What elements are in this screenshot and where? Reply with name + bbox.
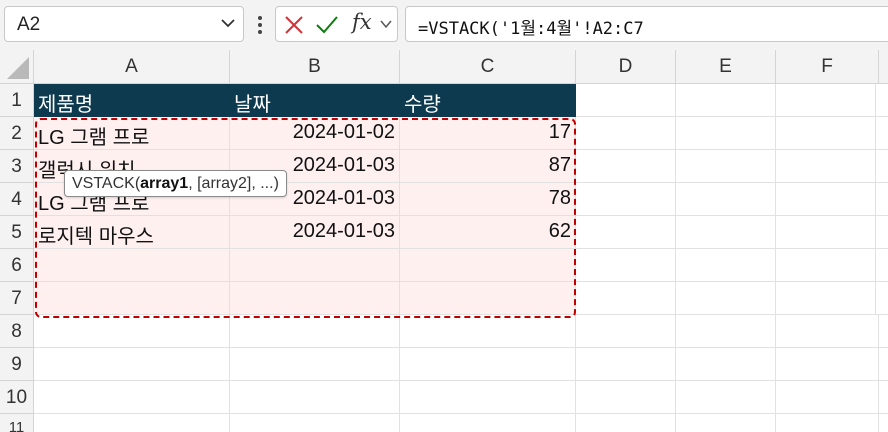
header-product: 제품명 [38,94,94,116]
column-header-f[interactable]: F [776,50,879,84]
cell-a5[interactable]: 로지텍 마우스 [34,216,230,249]
row-header-8[interactable]: 8 [0,315,34,348]
more-options-icon[interactable] [255,12,265,38]
tooltip-rest: , [array2], ...) [188,175,279,192]
header-date: 날짜 [234,94,271,116]
date-value: 2024-01-03 [292,187,395,209]
formula-text: =VSTACK('1월:4월'!A2:C7 [418,19,644,39]
select-all-corner[interactable] [0,50,34,84]
date-value: 2024-01-02 [292,121,395,143]
cell-c5[interactable]: 62 [400,216,576,249]
row-header-10[interactable]: 10 [0,381,34,414]
formula-input[interactable]: =VSTACK('1월:4월'!A2:C7 [405,6,888,42]
cell-b5[interactable]: 2024-01-03 [230,216,400,249]
row-header-7[interactable]: 7 [0,282,34,315]
cell-b6[interactable] [230,249,400,282]
cell-b2[interactable]: 2024-01-02 [230,117,400,150]
function-signature-tooltip[interactable]: VSTACK(array1, [array2], ...) [64,170,287,197]
cell-c1[interactable]: 수량 [400,84,576,117]
header-qty: 수량 [404,94,441,116]
cell-a7[interactable] [34,282,230,315]
row-header-2[interactable]: 2 [0,117,34,150]
formula-bar-area: A2 fx =VSTACK('1월:4월'!A2:C7 [0,0,888,50]
column-header-d[interactable]: D [576,50,676,84]
insert-function-button[interactable]: fx [352,10,372,34]
cancel-icon[interactable] [284,15,304,35]
cell-c7[interactable] [400,282,576,315]
name-box[interactable]: A2 [4,6,244,42]
grid-col-lines [34,315,888,432]
column-header-a[interactable]: A [34,50,230,84]
date-value: 2024-01-03 [292,220,395,242]
row-header-9[interactable]: 9 [0,348,34,381]
qty-value: 17 [548,121,571,143]
date-value: 2024-01-03 [292,154,395,176]
column-header-g-partial[interactable] [879,50,888,84]
column-header-c[interactable]: C [400,50,576,84]
column-header-e[interactable]: E [676,50,776,84]
cell-c4[interactable]: 78 [400,183,576,216]
formula-buttons: fx [275,6,398,42]
cell-c6[interactable] [400,249,576,282]
row-header-1[interactable]: 1 [0,84,34,117]
cell-b7[interactable] [230,282,400,315]
row-header-6[interactable]: 6 [0,249,34,282]
cell-a2[interactable]: LG 그램 프로 [34,117,230,150]
empty-grid-right[interactable] [576,84,888,315]
qty-value: 78 [548,187,571,209]
tooltip-arg1[interactable]: array1 [140,175,188,192]
cell-c3[interactable]: 87 [400,150,576,183]
row-header-11[interactable]: 11 [0,414,34,432]
select-all-triangle-icon [7,57,29,79]
row-header-5[interactable]: 5 [0,216,34,249]
cell-b1[interactable]: 날짜 [230,84,400,117]
qty-value: 62 [548,220,571,242]
name-box-value: A2 [17,14,41,35]
chevron-down-icon[interactable] [379,17,393,31]
column-header-b[interactable]: B [230,50,400,84]
cell-c2[interactable]: 17 [400,117,576,150]
row-header-3[interactable]: 3 [0,150,34,183]
row-header-4[interactable]: 4 [0,183,34,216]
qty-value: 87 [548,154,571,176]
cell-a6[interactable] [34,249,230,282]
tooltip-func: VSTACK( [72,175,141,192]
chevron-down-icon[interactable] [219,14,237,32]
product-value: LG 그램 프로 [38,127,150,149]
enter-check-icon[interactable] [315,15,339,35]
product-value: 로지텍 마우스 [38,226,154,248]
cell-a1[interactable]: 제품명 [34,84,230,117]
